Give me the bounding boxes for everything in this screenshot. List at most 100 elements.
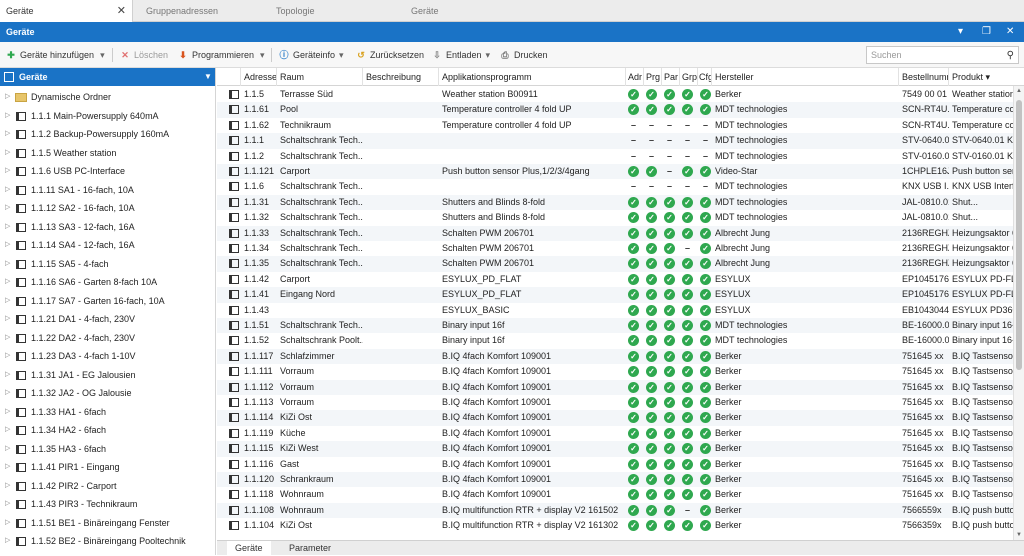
doc-tab-gruppenadressen[interactable]: Gruppenadressen — [140, 0, 260, 22]
table-row[interactable]: 1.1.31 Schaltschrank Tech... Shutters and … — [217, 194, 1024, 211]
tree-item[interactable]: ▷ 1.1.41 PIR1 - Eingang — [0, 458, 215, 477]
column-header-produkt[interactable]: Produkt ▾ — [949, 68, 1024, 86]
close-icon[interactable]: ✕ — [117, 0, 126, 22]
table-row[interactable]: 1.1.62 Technikraum Temperature controller … — [217, 118, 1024, 133]
expand-icon[interactable]: ▷ — [5, 495, 10, 514]
table-row[interactable]: 1.1.108 Wohnraum B.IQ multifunction RTR + … — [217, 502, 1024, 519]
table-row[interactable]: 1.1.113 Vorraum B.IQ 4fach Komfort 109001 B… — [217, 395, 1024, 410]
expand-icon[interactable]: ▷ — [5, 310, 10, 329]
tree-item[interactable]: ▷ 1.1.14 SA4 - 12-fach, 16A — [0, 236, 215, 255]
column-header-prg[interactable]: Prg — [644, 68, 662, 86]
table-row[interactable]: 1.1.120 Schrankraum B.IQ 4fach Komfort 109… — [217, 472, 1024, 488]
column-header-raum[interactable]: Raum — [277, 68, 363, 86]
device-info-button[interactable]: ⓘ Geräteinfo ▾ — [278, 47, 344, 63]
expand-icon[interactable]: ▷ — [5, 255, 10, 274]
tree-item[interactable]: ▷ Dynamische Ordner — [0, 88, 215, 107]
scroll-down-icon[interactable]: ▼ — [1016, 532, 1022, 538]
table-row[interactable]: 1.1.119 Küche B.IQ 4fach Komfort 109001 Ber… — [217, 426, 1024, 441]
tree-item[interactable]: ▷ 1.1.42 PIR2 - Carport — [0, 477, 215, 496]
search-input[interactable]: Suchen ⚲ — [866, 46, 1019, 64]
doc-tab-geraete-2[interactable]: Geräte — [405, 0, 525, 22]
tree-item[interactable]: ▷ 1.1.51 BE1 - Binäreingang Fenster — [0, 514, 215, 533]
table-row[interactable]: 1.1.52 Schaltschrank Poolt... Binary input… — [217, 333, 1024, 348]
table-row[interactable]: 1.1.34 Schaltschrank Tech... Schalten PWM … — [217, 241, 1024, 256]
expand-icon[interactable]: ▷ — [5, 403, 10, 422]
expand-icon[interactable]: ▷ — [5, 88, 10, 107]
tree-item[interactable]: ▷ 1.1.6 USB PC-Interface — [0, 162, 215, 181]
chevron-down-icon[interactable]: ▼ — [204, 68, 212, 86]
expand-icon[interactable]: ▷ — [5, 477, 10, 496]
vertical-scrollbar[interactable]: ▲ ▼ — [1013, 86, 1024, 540]
column-header-beschreibung[interactable]: Beschreibung — [363, 68, 439, 86]
table-row[interactable]: 1.1.114 KiZi Ost B.IQ 4fach Komfort 109001… — [217, 410, 1024, 426]
table-row[interactable]: 1.1.112 Vorraum B.IQ 4fach Komfort 109001 B… — [217, 379, 1024, 395]
tree-item[interactable]: ▷ 1.1.21 DA1 - 4-fach, 230V — [0, 310, 215, 329]
table-row[interactable]: 1.1.35 Schaltschrank Tech... Schalten PWM … — [217, 256, 1024, 272]
expand-icon[interactable]: ▷ — [5, 440, 10, 459]
table-row[interactable]: 1.1.2 Schaltschrank Tech... MDT technologi… — [217, 149, 1024, 164]
tree-item[interactable]: ▷ 1.1.2 Backup-Powersupply 160mA — [0, 125, 215, 144]
expand-icon[interactable]: ▷ — [5, 144, 10, 163]
table-row[interactable]: 1.1.5 Terrasse Süd Weather station B00911 B… — [217, 87, 1024, 102]
expand-icon[interactable]: ▷ — [5, 384, 10, 403]
tab-parameter[interactable]: Parameter — [281, 541, 339, 556]
expand-icon[interactable]: ▷ — [5, 532, 10, 551]
table-row[interactable]: 1.1.42 Carport ESYLUX_PD_FLAT ESYLUX EP10451… — [217, 272, 1024, 287]
table-row[interactable]: 1.1.61 Pool Temperature controller 4 fold … — [217, 102, 1024, 118]
table-row[interactable]: 1.1.43 ESYLUX_BASIC ESYLUX EB10430442 ESYLUX… — [217, 303, 1024, 318]
table-row[interactable]: 1.1.1 Schaltschrank Tech... MDT technologi… — [217, 133, 1024, 149]
expand-icon[interactable]: ▷ — [5, 236, 10, 255]
program-button[interactable]: ⬇ Programmieren ▾ — [177, 47, 265, 63]
column-header-grp[interactable]: Grp — [680, 68, 698, 86]
doc-tab-geraete[interactable]: Geräte ✕ — [0, 0, 133, 22]
table-row[interactable]: 1.1.41 Eingang Nord ESYLUX_PD_FLAT ESYLUX EP… — [217, 287, 1024, 303]
table-row[interactable]: 1.1.116 Gast B.IQ 4fach Komfort 109001 Berk… — [217, 457, 1024, 472]
table-row[interactable]: 1.1.111 Vorraum B.IQ 4fach Komfort 109001 B… — [217, 364, 1024, 379]
tree-header[interactable]: Geräte ▼ — [0, 68, 215, 86]
close-icon[interactable]: ✕ — [1006, 22, 1014, 42]
column-header-bestellnummer[interactable]: Bestellnummer — [899, 68, 949, 86]
table-row[interactable]: 1.1.115 KiZi West B.IQ 4fach Komfort 10900… — [217, 441, 1024, 457]
chevron-down-icon[interactable]: ▾ — [339, 50, 344, 60]
print-button[interactable]: ⎙ Drucken — [499, 47, 547, 63]
table-row[interactable]: 1.1.104 KiZi Ost B.IQ multifunction RTR + … — [217, 518, 1024, 533]
delete-button[interactable]: ✕ Löschen — [119, 47, 168, 63]
chevron-down-icon[interactable]: ▾ — [958, 22, 963, 42]
tree-item[interactable]: ▷ 1.1.31 JA1 - EG Jalousien — [0, 366, 215, 385]
column-header-hersteller[interactable]: Hersteller — [712, 68, 899, 86]
table-row[interactable]: 1.1.32 Schaltschrank Tech... Shutters and … — [217, 210, 1024, 225]
search-icon[interactable]: ⚲ — [1007, 48, 1014, 64]
expand-icon[interactable]: ▷ — [5, 329, 10, 348]
expand-icon[interactable]: ▷ — [5, 347, 10, 366]
expand-icon[interactable]: ▷ — [5, 292, 10, 311]
tree-item[interactable]: ▷ 1.1.11 SA1 - 16-fach, 10A — [0, 181, 215, 200]
table-row[interactable]: 1.1.117 Schlafzimmer B.IQ 4fach Komfort 10… — [217, 348, 1024, 365]
column-header-applikationsprogramm[interactable]: Applikationsprogramm — [439, 68, 626, 86]
tree-item[interactable]: ▷ 1.1.32 JA2 - OG Jalousie — [0, 384, 215, 403]
tree-item[interactable]: ▷ 1.1.16 SA6 - Garten 8-fach 10A — [0, 273, 215, 292]
expand-icon[interactable]: ▷ — [5, 125, 10, 144]
scroll-up-icon[interactable]: ▲ — [1016, 88, 1022, 94]
expand-icon[interactable]: ▷ — [5, 218, 10, 237]
tree-item[interactable]: ▷ 1.1.13 SA3 - 12-fach, 16A — [0, 218, 215, 237]
expand-icon[interactable]: ▷ — [5, 199, 10, 218]
expand-icon[interactable]: ▷ — [5, 514, 10, 533]
table-row[interactable]: 1.1.121 Carport Push button sensor Plus,1/… — [217, 164, 1024, 180]
tree-item[interactable]: ▷ 1.1.34 HA2 - 6fach — [0, 421, 215, 440]
table-row[interactable]: 1.1.118 Wohnraum B.IQ 4fach Komfort 109001… — [217, 487, 1024, 502]
add-devices-button[interactable]: ✚ Geräte hinzufügen ▾ — [5, 47, 104, 63]
chevron-down-icon[interactable]: ▾ — [260, 50, 265, 60]
tree-item[interactable]: ▷ 1.1.23 DA3 - 4-fach 1-10V — [0, 347, 215, 366]
tree-item[interactable]: ▷ 1.1.15 SA5 - 4-fach — [0, 255, 215, 274]
column-header-cfg[interactable]: Cfg — [698, 68, 712, 86]
expand-icon[interactable]: ▷ — [5, 421, 10, 440]
expand-icon[interactable]: ▷ — [5, 181, 10, 200]
tree-item[interactable]: ▷ 1.1.33 HA1 - 6fach — [0, 403, 215, 422]
tree-item[interactable]: ▷ 1.1.5 Weather station — [0, 144, 215, 163]
expand-icon[interactable]: ▷ — [5, 273, 10, 292]
tree-item[interactable]: ▷ 1.1.43 PIR3 - Technikraum — [0, 495, 215, 514]
reset-button[interactable]: ↺ Zurücksetzen — [355, 47, 424, 63]
expand-icon[interactable]: ▷ — [5, 458, 10, 477]
table-row[interactable]: 1.1.33 Schaltschrank Tech... Schalten PWM … — [217, 225, 1024, 241]
restore-icon[interactable]: ❐ — [982, 22, 991, 42]
